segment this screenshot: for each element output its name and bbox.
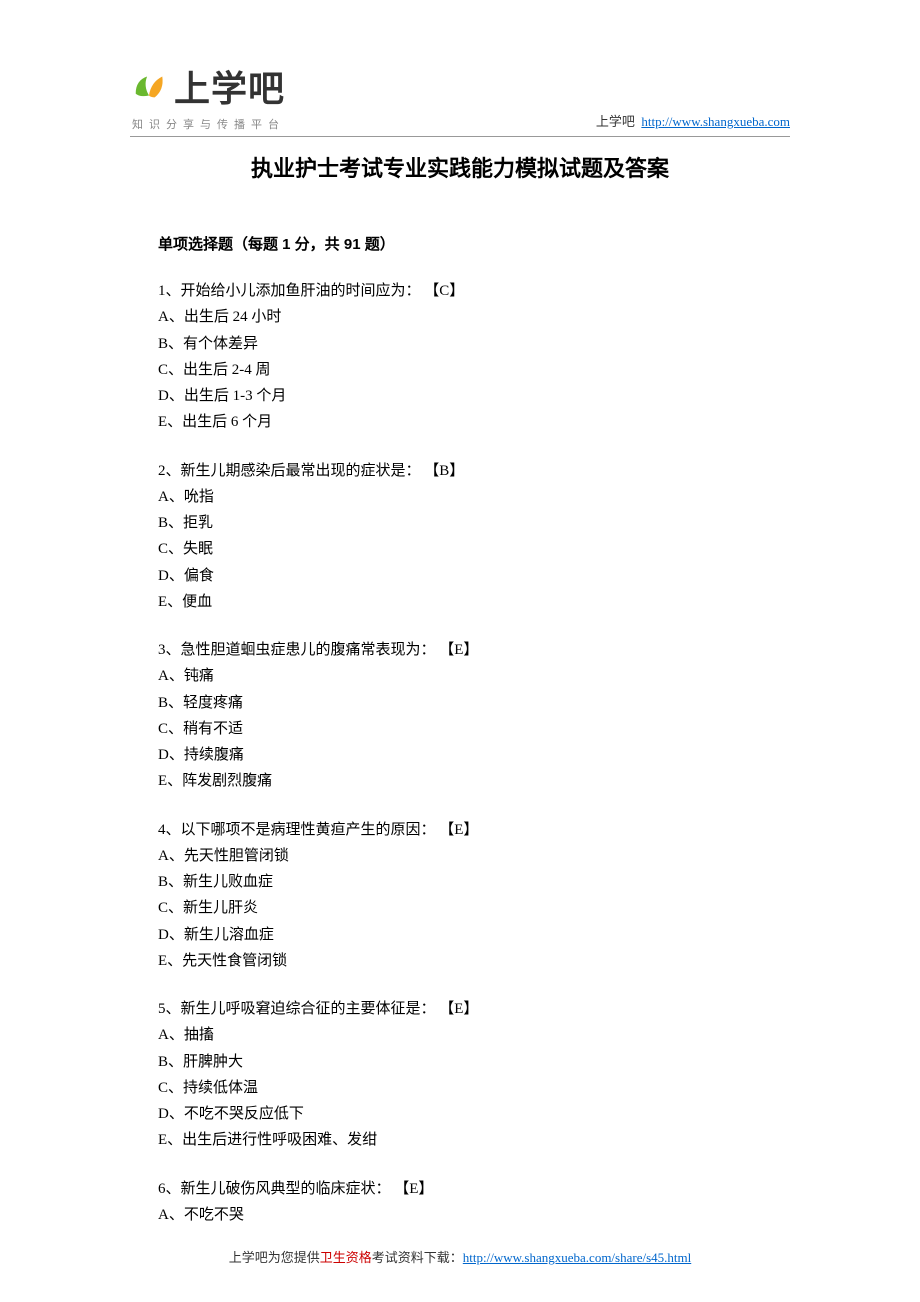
question-stem: 5、新生儿呼吸窘迫综合征的主要体征是： 【E】 xyxy=(158,996,790,1022)
document-title: 执业护士考试专业实践能力模拟试题及答案 xyxy=(130,151,790,183)
logo-icon xyxy=(130,67,168,105)
logo-tagline: 知识分享与传播平台 xyxy=(132,116,285,132)
question-option: A、吮指 xyxy=(158,484,790,510)
footer-highlight: 卫生资格 xyxy=(320,1250,372,1265)
question-stem: 4、以下哪项不是病理性黄疸产生的原因： 【E】 xyxy=(158,817,790,843)
question-option: D、持续腹痛 xyxy=(158,742,790,768)
question-option: A、不吃不哭 xyxy=(158,1202,790,1228)
question-option: C、持续低体温 xyxy=(158,1075,790,1101)
page-header: 上学吧 知识分享与传播平台 上学吧 http://www.shangxueba.… xyxy=(130,60,790,137)
question-option: E、便血 xyxy=(158,589,790,615)
question-option: E、出生后 6 个月 xyxy=(158,409,790,435)
question-option: C、新生儿肝炎 xyxy=(158,895,790,921)
question-stem: 1、开始给小儿添加鱼肝油的时间应为： 【C】 xyxy=(158,278,790,304)
question-option: C、失眠 xyxy=(158,536,790,562)
question-option: B、轻度疼痛 xyxy=(158,690,790,716)
question-option: E、阵发剧烈腹痛 xyxy=(158,768,790,794)
page-footer: 上学吧为您提供卫生资格考试资料下载：http://www.shangxueba.… xyxy=(0,1247,920,1266)
header-link: 上学吧 http://www.shangxueba.com xyxy=(596,111,790,132)
question-block: 6、新生儿破伤风典型的临床症状： 【E】A、不吃不哭 xyxy=(158,1176,790,1229)
question-option: D、偏食 xyxy=(158,563,790,589)
footer-prefix: 上学吧为您提供 xyxy=(229,1250,320,1265)
question-option: D、不吃不哭反应低下 xyxy=(158,1101,790,1127)
logo-text: 上学吧 xyxy=(174,60,285,112)
footer-suffix: 考试资料下载： xyxy=(372,1250,463,1265)
question-option: B、肝脾肿大 xyxy=(158,1049,790,1075)
question-option: E、先天性食管闭锁 xyxy=(158,948,790,974)
question-block: 2、新生儿期感染后最常出现的症状是： 【B】A、吮指B、拒乳C、失眠D、偏食E、… xyxy=(158,458,790,616)
question-option: A、先天性胆管闭锁 xyxy=(158,843,790,869)
question-stem: 6、新生儿破伤风典型的临床症状： 【E】 xyxy=(158,1176,790,1202)
question-option: C、出生后 2-4 周 xyxy=(158,357,790,383)
question-block: 4、以下哪项不是病理性黄疸产生的原因： 【E】A、先天性胆管闭锁B、新生儿败血症… xyxy=(158,817,790,975)
question-block: 3、急性胆道蛔虫症患儿的腹痛常表现为： 【E】A、钝痛B、轻度疼痛C、稍有不适D… xyxy=(158,637,790,795)
question-option: A、钝痛 xyxy=(158,663,790,689)
footer-link[interactable]: http://www.shangxueba.com/share/s45.html xyxy=(463,1250,691,1265)
question-block: 5、新生儿呼吸窘迫综合征的主要体征是： 【E】A、抽搐B、肝脾肿大C、持续低体温… xyxy=(158,996,790,1154)
question-stem: 2、新生儿期感染后最常出现的症状是： 【B】 xyxy=(158,458,790,484)
question-option: A、抽搐 xyxy=(158,1022,790,1048)
questions-container: 1、开始给小儿添加鱼肝油的时间应为： 【C】A、出生后 24 小时B、有个体差异… xyxy=(130,278,790,1228)
question-option: B、拒乳 xyxy=(158,510,790,536)
question-option: D、出生后 1-3 个月 xyxy=(158,383,790,409)
logo-area: 上学吧 知识分享与传播平台 xyxy=(130,60,285,132)
question-option: E、出生后进行性呼吸困难、发绀 xyxy=(158,1127,790,1153)
section-header: 单项选择题（每题 1 分，共 91 题） xyxy=(158,233,790,254)
site-label: 上学吧 xyxy=(596,114,635,129)
question-block: 1、开始给小儿添加鱼肝油的时间应为： 【C】A、出生后 24 小时B、有个体差异… xyxy=(158,278,790,436)
question-option: C、稍有不适 xyxy=(158,716,790,742)
question-option: B、新生儿败血症 xyxy=(158,869,790,895)
question-option: B、有个体差异 xyxy=(158,331,790,357)
question-option: A、出生后 24 小时 xyxy=(158,304,790,330)
question-option: D、新生儿溶血症 xyxy=(158,922,790,948)
site-url-link[interactable]: http://www.shangxueba.com xyxy=(641,114,790,129)
question-stem: 3、急性胆道蛔虫症患儿的腹痛常表现为： 【E】 xyxy=(158,637,790,663)
